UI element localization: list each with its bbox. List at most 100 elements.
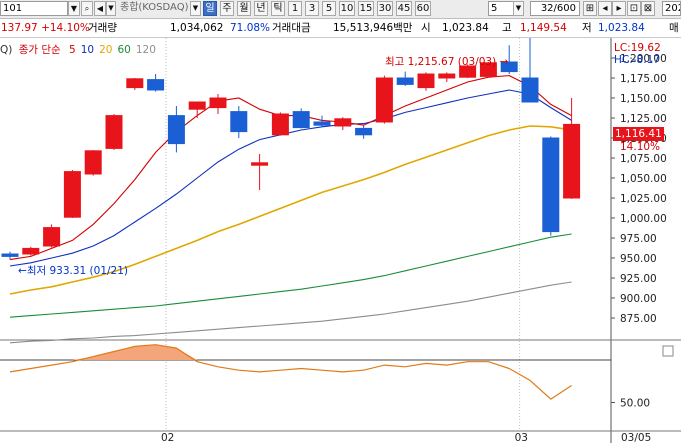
y-tick-label: 975.00 xyxy=(620,233,657,245)
period-button-2[interactable]: 주 xyxy=(220,1,234,16)
y-tick-label: 1,050.00 xyxy=(620,173,667,185)
y-tick-label: 1,175.00 xyxy=(620,73,667,85)
open-value: 1,023.84 xyxy=(442,22,489,34)
high-annotation-text: 최고 1,215.67 (03/03) xyxy=(385,56,497,68)
x-tick-label: 02 xyxy=(161,432,174,443)
period-button-5[interactable]: 틱 xyxy=(271,1,285,16)
x-tick-label: 03 xyxy=(515,432,528,443)
period-button-13[interactable]: 60 xyxy=(415,1,431,16)
candle-body xyxy=(563,123,581,199)
grid-icon[interactable]: ⊞ xyxy=(583,1,597,16)
y-tick-label: 950.00 xyxy=(620,253,657,265)
zoom-icon[interactable]: ⊠ xyxy=(641,1,655,16)
candle-body xyxy=(22,247,40,255)
search-icon[interactable]: ⌕ xyxy=(81,1,93,16)
chart-grid xyxy=(0,38,681,443)
candle-body xyxy=(251,162,269,166)
volume-percent: 71.08% xyxy=(230,22,271,34)
period-button-3[interactable]: 월 xyxy=(237,1,251,16)
candle-body xyxy=(84,150,102,175)
amount-label: 거래대금 xyxy=(272,22,311,34)
y-tick-label: 925.00 xyxy=(620,273,657,285)
candle xyxy=(375,75,393,124)
high-annotation: 최고 1,215.67 (03/03) → xyxy=(385,56,508,68)
y-tick-label: 1,025.00 xyxy=(620,193,667,205)
candle xyxy=(43,224,61,248)
candle-body xyxy=(292,111,310,129)
data-count-field: 32/600 xyxy=(530,1,580,16)
period-button-8[interactable]: 5 xyxy=(322,1,336,16)
candle-body xyxy=(209,97,227,109)
y-tick-label: 1,075.00 xyxy=(620,153,667,165)
low-annotation-text: 최저 933.31 (01/21) xyxy=(26,265,128,277)
candle-body xyxy=(147,79,165,91)
candle xyxy=(22,246,40,256)
left-arrow-icon[interactable]: ◂ xyxy=(598,1,612,16)
index-name: 종합(KOSDAQ) xyxy=(118,1,190,16)
date-field[interactable]: 202 xyxy=(662,1,681,16)
hc-label: HC:-8.17 xyxy=(614,54,660,66)
candle xyxy=(417,72,435,91)
date-value: 202 xyxy=(665,3,680,14)
minute-dropdown-icon[interactable]: ▼ xyxy=(513,1,524,16)
chart-toolbar: 101 ▼ ⌕ ◀ ▼ 종합(KOSDAQ) ▼ 일 주 월 년 틱 1 3 5 10 15 30 4… xyxy=(0,0,681,19)
period-button-6[interactable]: 1 xyxy=(288,1,302,16)
current-price-tag: 1,116.41 xyxy=(613,127,664,141)
candle-body xyxy=(313,121,331,126)
candle xyxy=(542,136,560,236)
legend-ma-120: 120 xyxy=(135,44,156,56)
candle-body xyxy=(167,115,185,145)
minute-select[interactable]: 5 xyxy=(488,1,514,16)
high-label: 고 xyxy=(502,22,512,34)
lc-label: LC:19.62 xyxy=(614,42,661,54)
name-dropdown-icon[interactable]: ▼ xyxy=(190,1,201,16)
legend-ma-60: 60 xyxy=(117,44,131,56)
volume-value: 1,034,062 xyxy=(170,22,224,34)
period-button-10[interactable]: 15 xyxy=(358,1,374,16)
code-input[interactable]: 101 xyxy=(0,1,68,16)
candle-body xyxy=(63,171,81,218)
legend-ma-10: 10 xyxy=(80,44,95,56)
candle-body xyxy=(396,77,414,85)
index-name-text: 종합(KOSDAQ) xyxy=(120,2,189,13)
candle-body xyxy=(334,118,352,127)
indicator-expand-icon xyxy=(662,345,674,357)
info-tail: 매 xyxy=(669,22,679,34)
period-button-9[interactable]: 10 xyxy=(339,1,355,16)
candle-body xyxy=(271,113,289,136)
candle-body xyxy=(438,73,456,79)
speaker-dropdown-icon[interactable]: ▼ xyxy=(106,1,116,16)
legend-prefix: Q) xyxy=(0,44,13,56)
indicator-tick-label: 50.00 xyxy=(620,398,650,410)
right-arrow-icon[interactable]: ▸ xyxy=(612,1,626,16)
low-label: 저 xyxy=(582,22,592,34)
quote-info-row: 137.97 +14.10% 거래량 1,034,062 71.08% 거래대금… xyxy=(0,19,681,38)
candle-body xyxy=(230,111,248,133)
candle xyxy=(84,150,102,176)
y-tick-label: 875.00 xyxy=(620,313,657,325)
settings-icon[interactable]: ⊡ xyxy=(627,1,641,16)
candle-body xyxy=(355,127,373,136)
legend-ma-20: 20 xyxy=(99,44,113,56)
candle xyxy=(105,114,123,150)
legend-title: 종가 단순 xyxy=(18,44,61,56)
period-button-4[interactable]: 년 xyxy=(254,1,268,16)
change-value: 137.97 +14.10% xyxy=(1,22,90,34)
legend-ma-5: 5 xyxy=(69,44,76,56)
change-percent-tag: 14.10% xyxy=(620,141,661,153)
right-arrow-icon: → xyxy=(499,56,509,68)
candle xyxy=(63,170,81,218)
volume-label: 거래량 xyxy=(88,22,117,34)
code-dropdown-icon[interactable]: ▼ xyxy=(68,1,80,16)
candle-body xyxy=(188,101,206,110)
price-chart[interactable]: 1,200.001,175.001,150.001,125.001,100.00… xyxy=(0,38,681,443)
amount-value: 15,513,946백만 xyxy=(333,22,413,34)
period-button-7[interactable]: 3 xyxy=(305,1,319,16)
y-tick-label: 1,150.00 xyxy=(620,93,667,105)
speaker-icon[interactable]: ◀ xyxy=(94,1,106,16)
period-button-11[interactable]: 30 xyxy=(377,1,393,16)
period-button-12[interactable]: 45 xyxy=(396,1,412,16)
candle-body xyxy=(105,115,123,149)
period-button-1[interactable]: 일 xyxy=(203,1,217,16)
data-count: 32/600 xyxy=(540,3,576,14)
